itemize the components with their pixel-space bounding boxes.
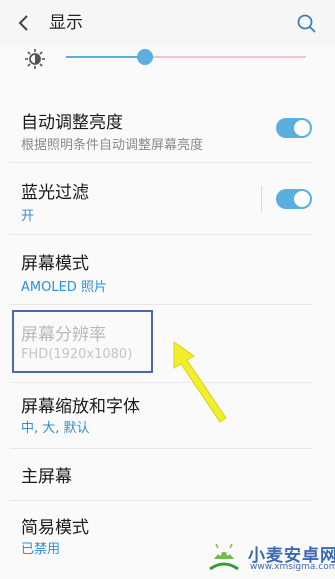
brightness-row xyxy=(0,46,335,76)
setting-title: 自动调整亮度 xyxy=(21,113,123,133)
setting-blue-light-filter[interactable]: 蓝光过滤 开 xyxy=(0,170,335,232)
search-button[interactable] xyxy=(296,13,318,35)
setting-subtitle: 开 xyxy=(21,209,35,224)
setting-home-screen[interactable]: 主屏幕 xyxy=(0,452,335,496)
android-logo-icon xyxy=(209,543,239,571)
brightness-sun-icon xyxy=(25,49,45,69)
page-title: 显示 xyxy=(49,13,83,33)
setting-title: 蓝光过滤 xyxy=(21,183,89,203)
setting-subtitle: 已禁用 xyxy=(21,542,61,557)
brightness-slider[interactable] xyxy=(66,49,306,65)
divider xyxy=(10,448,312,449)
divider xyxy=(10,304,312,305)
brightness-slider-thumb[interactable] xyxy=(137,49,154,65)
setting-title: 屏幕模式 xyxy=(21,254,89,274)
auto-brightness-toggle[interactable] xyxy=(276,118,312,138)
vertical-separator xyxy=(261,186,262,212)
setting-auto-brightness[interactable]: 自动调整亮度 根据照明条件自动调整屏幕亮度 xyxy=(0,100,335,162)
blue-light-filter-toggle[interactable] xyxy=(276,189,312,209)
divider xyxy=(10,500,312,501)
search-icon xyxy=(297,14,316,33)
setting-subtitle: 中, 大, 默认 xyxy=(21,421,90,436)
watermark-url: www.xmsigma.com xyxy=(250,562,335,572)
divider xyxy=(10,234,312,235)
setting-title: 简易模式 xyxy=(21,518,89,538)
watermark: 小麦安卓网 www.xmsigma.com xyxy=(198,533,335,579)
highlight-box xyxy=(12,310,153,373)
display-settings-screen: 显示 自动调整亮度 根据照明条件自动调整屏幕亮度 蓝光过滤 开 屏幕模式 AMO… xyxy=(0,0,335,579)
setting-title: 主屏幕 xyxy=(21,467,72,487)
chevron-left-icon xyxy=(18,15,28,31)
setting-subtitle: 根据照明条件自动调整屏幕亮度 xyxy=(21,138,204,153)
divider xyxy=(10,162,312,163)
app-bar: 显示 xyxy=(0,0,335,46)
divider xyxy=(10,382,312,383)
setting-screen-zoom-font[interactable]: 屏幕缩放和字体 中, 大, 默认 xyxy=(0,384,335,446)
setting-title: 屏幕缩放和字体 xyxy=(21,397,140,417)
brightness-slider-fill xyxy=(66,56,146,58)
back-button[interactable] xyxy=(14,12,34,34)
setting-subtitle: AMOLED 照片 xyxy=(21,280,107,295)
setting-screen-mode[interactable]: 屏幕模式 AMOLED 照片 xyxy=(0,240,335,302)
